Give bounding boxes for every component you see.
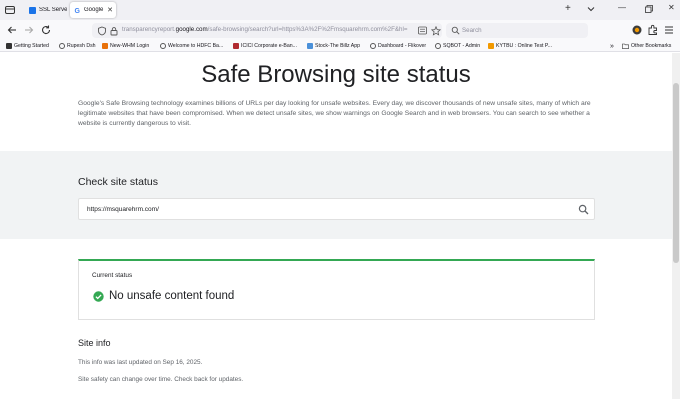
tab-strip: SSL Serve G Google ✕ + — ✕ (0, 0, 680, 20)
navigation-toolbar: transparencyreport.google.com/safe-brows… (0, 20, 680, 40)
status-text: No unsafe content found (109, 290, 235, 302)
globe-icon (160, 43, 166, 49)
search-icon (451, 26, 460, 35)
bookmark-favicon-icon (102, 43, 108, 49)
url-search-value: https://msquarehrm.com/ (87, 205, 159, 213)
bookmark-item[interactable]: Dashboard - Flikover (370, 41, 426, 51)
bookmark-star-icon[interactable] (431, 25, 441, 36)
bookmark-favicon-icon (488, 43, 494, 49)
search-icon[interactable] (578, 204, 589, 215)
extension-icon[interactable] (631, 24, 643, 36)
tab-google[interactable]: G Google ✕ (70, 2, 116, 18)
bookmark-favicon-icon (233, 43, 239, 49)
intro-text: Google's Safe Browsing technology examin… (78, 100, 591, 127)
folder-icon (622, 43, 629, 49)
lock-icon[interactable] (109, 26, 119, 36)
close-window-icon[interactable]: ✕ (668, 3, 675, 12)
bookmark-item[interactable]: SQBOT - Admin (435, 41, 480, 51)
tab-label: Google (84, 7, 104, 13)
restore-icon[interactable] (645, 5, 653, 13)
url-search-input[interactable]: https://msquarehrm.com/ (78, 198, 595, 220)
url-text: transparencyreport.google.com/safe-brows… (122, 26, 408, 33)
back-arrow-icon[interactable] (6, 24, 18, 36)
status-label: Current status (92, 272, 133, 279)
check-site-title: Check site status (78, 176, 158, 188)
menu-icon[interactable] (663, 24, 675, 36)
bookmark-item[interactable]: Welcome to HDFC Ba... (160, 41, 223, 51)
new-tab-icon[interactable]: + (565, 3, 571, 14)
tab-list-icon[interactable] (4, 4, 16, 16)
bookmarks-toolbar: Getting Started Rupesh Dsh New-WHM Login… (0, 40, 680, 52)
bookmark-favicon-icon (6, 43, 12, 49)
tab-ssl[interactable]: SSL Serve (25, 2, 67, 18)
bookmark-item[interactable]: New-WHM Login (102, 41, 149, 51)
chevron-down-icon[interactable] (586, 4, 596, 14)
bookmark-item[interactable]: Rupesh Dsh (59, 41, 96, 51)
bookmark-item[interactable]: ICICI Corporate e-Ban... (233, 41, 297, 51)
page-title: Safe Browsing site status (201, 61, 471, 88)
globe-icon (435, 43, 441, 49)
extensions-puzzle-icon[interactable] (647, 24, 659, 36)
page-content: Safe Browsing site status Google's Safe … (0, 53, 672, 399)
globe-icon (59, 43, 65, 49)
search-bar[interactable]: Search (446, 23, 588, 38)
address-bar[interactable]: transparencyreport.google.com/safe-brows… (92, 23, 442, 38)
site-info-note: Site safety can change over time. Check … (78, 376, 244, 383)
ssl-favicon-icon (29, 6, 36, 14)
site-info-updated: This info was last updated on Sep 16, 20… (78, 359, 203, 366)
google-favicon-icon: G (74, 8, 80, 14)
bookmark-item[interactable]: Getting Started (6, 41, 49, 51)
scrollbar-thumb[interactable] (673, 83, 679, 263)
shield-icon[interactable] (97, 26, 107, 36)
tab-label: SSL Serve (39, 7, 67, 13)
reload-icon[interactable] (40, 24, 52, 36)
chevron-right-icon[interactable]: » (610, 41, 614, 51)
bookmark-item[interactable]: Stock-The Billz App (307, 41, 360, 51)
other-bookmarks[interactable]: Other Bookmarks (622, 41, 671, 51)
check-site-section: Check site status https://msquarehrm.com… (0, 151, 672, 239)
bookmark-item[interactable]: KYTBU : Online Test P... (488, 41, 552, 51)
forward-arrow-icon[interactable] (23, 24, 35, 36)
bookmark-favicon-icon (307, 43, 313, 49)
site-info-title: Site info (78, 338, 111, 348)
minimize-icon[interactable]: — (618, 3, 626, 12)
close-tab-icon[interactable]: ✕ (107, 6, 113, 14)
page-scrollbar[interactable] (672, 53, 680, 399)
search-placeholder: Search (462, 26, 482, 34)
svg-text:G: G (74, 8, 80, 14)
check-circle-icon (93, 291, 104, 302)
reader-view-icon[interactable] (418, 26, 427, 35)
globe-icon (370, 43, 376, 49)
status-card: Current status No unsafe content found (78, 259, 595, 320)
